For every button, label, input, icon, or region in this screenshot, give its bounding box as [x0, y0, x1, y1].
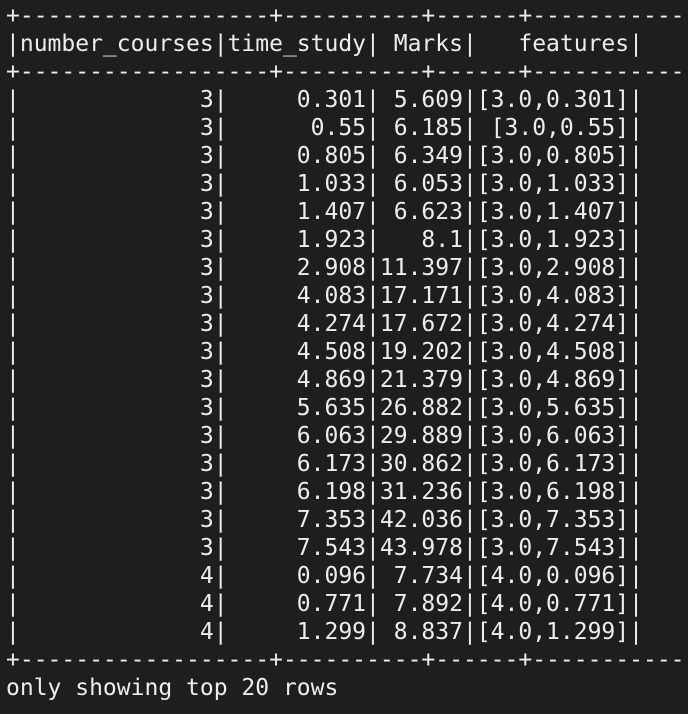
table-row: | 4| 0.771| 7.892|[4.0,0.771]| — [6, 591, 643, 617]
table-row: | 3| 1.407| 6.623|[3.0,1.407]| — [6, 199, 643, 225]
table-header: |number_courses|time_study| Marks| featu… — [6, 31, 643, 57]
table-row: | 3| 1.923| 8.1|[3.0,1.923]| — [6, 227, 643, 253]
table-row: | 3| 4.508|19.202|[3.0,4.508]| — [6, 339, 643, 365]
table-row: | 3| 4.274|17.672|[3.0,4.274]| — [6, 311, 643, 337]
footer-note: only showing top 20 rows — [6, 675, 339, 701]
table-row: | 3| 0.55| 6.185| [3.0,0.55]| — [6, 115, 643, 141]
table-border-header: +------------------+----------+------+--… — [6, 59, 688, 85]
table-border-bottom: +------------------+----------+------+--… — [6, 647, 688, 673]
table-row: | 3| 4.083|17.171|[3.0,4.083]| — [6, 283, 643, 309]
table-row: | 3| 0.805| 6.349|[3.0,0.805]| — [6, 143, 643, 169]
table-row: | 3| 2.908|11.397|[3.0,2.908]| — [6, 255, 643, 281]
table-row: | 3| 5.635|26.882|[3.0,5.635]| — [6, 395, 643, 421]
table-row: | 3| 1.033| 6.053|[3.0,1.033]| — [6, 171, 643, 197]
table-row: | 3| 4.869|21.379|[3.0,4.869]| — [6, 367, 643, 393]
table-row: | 3| 7.543|43.978|[3.0,7.543]| — [6, 535, 643, 561]
table-border-top: +------------------+----------+------+--… — [6, 3, 688, 29]
table-row: | 4| 0.096| 7.734|[4.0,0.096]| — [6, 563, 643, 589]
table-row: | 3| 6.063|29.889|[3.0,6.063]| — [6, 423, 643, 449]
table-row: | 3| 7.353|42.036|[3.0,7.353]| — [6, 507, 643, 533]
table-row: | 4| 1.299| 8.837|[4.0,1.299]| — [6, 619, 643, 645]
terminal-output: +------------------+----------+------+--… — [0, 0, 688, 714]
table-row: | 3| 0.301| 5.609|[3.0,0.301]| — [6, 87, 643, 113]
table-row: | 3| 6.173|30.862|[3.0,6.173]| — [6, 451, 643, 477]
table-row: | 3| 6.198|31.236|[3.0,6.198]| — [6, 479, 643, 505]
